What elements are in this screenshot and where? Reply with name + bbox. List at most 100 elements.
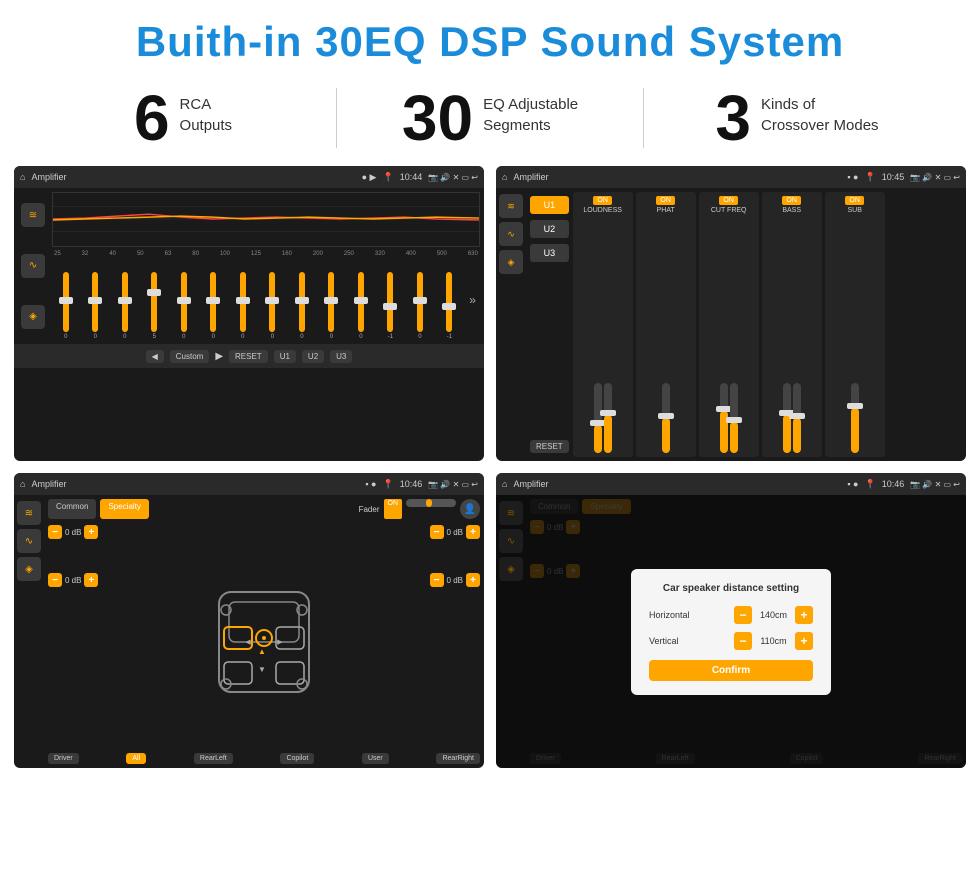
horizontal-minus-btn[interactable]: − <box>734 606 752 624</box>
crossover-wave-btn[interactable]: ∿ <box>499 222 523 246</box>
eq-slider-12[interactable]: 0 <box>406 272 434 340</box>
screen2-body: ≋ ∿ ◈ U1 U2 U3 RESET ON <box>496 188 966 461</box>
vertical-minus-btn[interactable]: − <box>734 632 752 650</box>
vertical-plus-btn[interactable]: + <box>795 632 813 650</box>
fader-label: Fader <box>359 505 380 514</box>
bass-sliders[interactable] <box>783 218 801 453</box>
eq-custom-label: Custom <box>170 350 210 363</box>
screen3-time: 10:46 <box>400 479 423 489</box>
distance-dialog: Car speaker distance setting Horizontal … <box>631 569 831 695</box>
eq-freq-labels: 253240506380100125160200250320400500630 <box>52 251 480 257</box>
cutfreq-sliders[interactable] <box>720 218 738 453</box>
eq-play-btn[interactable]: ▶ <box>215 351 223 362</box>
tab-common[interactable]: Common <box>48 499 96 519</box>
screen-crossover: ⌂ Amplifier ▪ ● 📍 10:45 📷 🔊 ✕ ▭ ↩ ≋ ∿ ◈ … <box>496 166 966 461</box>
footer-driver-btn[interactable]: Driver <box>48 753 79 764</box>
eq-prev-btn[interactable]: ◀ <box>146 350 164 363</box>
footer-all-btn[interactable]: All <box>126 753 146 764</box>
u2-btn[interactable]: U2 <box>530 220 569 238</box>
eq-speaker-btn[interactable]: ◈ <box>21 305 45 329</box>
speaker-wave-btn[interactable]: ∿ <box>17 529 41 553</box>
crossover-panels: ON LOUDNESS ON PHAT <box>573 192 962 457</box>
eq-slider-10[interactable]: 0 <box>347 272 375 340</box>
db-plus-tr[interactable]: + <box>466 525 480 539</box>
sub-sliders[interactable] <box>851 218 859 453</box>
screen4-icons: ▪ ● <box>847 479 858 489</box>
screen1-control-icons: 📷 🔊 ✕ ▭ ↩ <box>428 173 478 182</box>
eq-wave-btn[interactable]: ∿ <box>21 254 45 278</box>
u1-btn[interactable]: U1 <box>530 196 569 214</box>
db-plus-tl[interactable]: + <box>84 525 98 539</box>
eq-u2-btn[interactable]: U2 <box>302 350 324 363</box>
eq-slider-13[interactable]: -1 <box>436 272 464 340</box>
svg-text:▼: ▼ <box>258 665 266 674</box>
loudness-sliders[interactable] <box>594 218 612 453</box>
eq-slider-9[interactable]: 0 <box>318 272 346 340</box>
footer-rearright-btn[interactable]: RearRight <box>436 753 480 764</box>
screen1-footer: ◀ Custom ▶ RESET U1 U2 U3 <box>14 344 484 368</box>
speaker-vol-btn[interactable]: ◈ <box>17 557 41 581</box>
svg-text:▲: ▲ <box>258 647 266 656</box>
crossover-filters-btn[interactable]: ≋ <box>499 194 523 218</box>
eq-reset-btn[interactable]: RESET <box>229 350 268 363</box>
u3-btn[interactable]: U3 <box>530 244 569 262</box>
home-icon-s4[interactable]: ⌂ <box>502 479 507 489</box>
screen2-icons: ▪ ● <box>847 172 858 182</box>
eq-slider-7[interactable]: 0 <box>259 272 287 340</box>
fader-slider[interactable] <box>406 499 456 507</box>
panel-sub: ON SUB <box>825 192 885 457</box>
footer-user-btn[interactable]: User <box>362 753 389 764</box>
db-val-tr: 0 dB <box>447 528 463 537</box>
bass-on-badge: ON <box>782 196 801 205</box>
eq-u1-btn[interactable]: U1 <box>274 350 296 363</box>
db-minus-bl[interactable]: − <box>48 573 62 587</box>
db-plus-br[interactable]: + <box>466 573 480 587</box>
db-minus-tr[interactable]: − <box>430 525 444 539</box>
tab-specialty[interactable]: Specialty <box>100 499 148 519</box>
eq-slider-5[interactable]: 0 <box>200 272 228 340</box>
eq-expand-icon[interactable]: » <box>465 293 480 307</box>
eq-slider-11[interactable]: -1 <box>377 272 405 340</box>
home-icon-s1[interactable]: ⌂ <box>20 172 25 182</box>
db-plus-bl[interactable]: + <box>84 573 98 587</box>
screen1-eq-main: 253240506380100125160200250320400500630 … <box>52 192 480 340</box>
eq-slider-6[interactable]: 0 <box>229 272 257 340</box>
screen3-controls: 📷 🔊 ✕ ▭ ↩ <box>428 480 478 489</box>
stat-crossover: 3 Kinds ofCrossover Modes <box>654 86 940 150</box>
eq-u3-btn[interactable]: U3 <box>330 350 352 363</box>
home-icon-s2[interactable]: ⌂ <box>502 172 507 182</box>
stat-text-crossover: Kinds ofCrossover Modes <box>761 86 879 136</box>
db-minus-tl[interactable]: − <box>48 525 62 539</box>
confirm-button[interactable]: Confirm <box>649 660 813 681</box>
screen3-sidebar: ≋ ∿ ◈ <box>14 495 44 768</box>
vertical-stepper[interactable]: − 110cm + <box>734 632 813 650</box>
horizontal-plus-btn[interactable]: + <box>795 606 813 624</box>
db-minus-br[interactable]: − <box>430 573 444 587</box>
screen3-footer: Driver All RearLeft Copilot User RearRig… <box>48 753 480 764</box>
screen1-eq-body: ≋ ∿ ◈ <box>14 188 484 344</box>
eq-slider-8[interactable]: 0 <box>288 272 316 340</box>
crossover-reset-btn[interactable]: RESET <box>530 440 569 453</box>
eq-slider-1[interactable]: 0 <box>82 272 110 340</box>
page-title: Buith-in 30EQ DSP Sound System <box>0 0 980 76</box>
footer-rearleft-btn[interactable]: RearLeft <box>194 753 233 764</box>
horizontal-stepper[interactable]: − 140cm + <box>734 606 813 624</box>
eq-slider-0[interactable]: 0 <box>52 272 80 340</box>
db-row-tr: − 0 dB + <box>430 525 480 539</box>
screen4-body: ≋ ∿ ◈ Common Specialty − 0 dB <box>496 495 966 768</box>
eq-slider-4[interactable]: 0 <box>170 272 198 340</box>
eq-filters-btn[interactable]: ≋ <box>21 203 45 227</box>
crossover-speaker-btn[interactable]: ◈ <box>499 250 523 274</box>
home-icon-s3[interactable]: ⌂ <box>20 479 25 489</box>
screen4-controls: 📷 🔊 ✕ ▭ ↩ <box>910 480 960 489</box>
speaker-filters-btn[interactable]: ≋ <box>17 501 41 525</box>
db-row-tl: − 0 dB + <box>48 525 98 539</box>
eq-slider-3[interactable]: 5 <box>141 272 169 340</box>
footer-copilot-btn[interactable]: Copilot <box>280 753 314 764</box>
horizontal-label: Horizontal <box>649 610 704 620</box>
eq-slider-2[interactable]: 0 <box>111 272 139 340</box>
screen2-location: 📍 <box>864 172 875 183</box>
stat-divider-2 <box>643 88 644 148</box>
phat-sliders[interactable] <box>662 218 670 453</box>
screen3-title: Amplifier <box>31 479 359 489</box>
